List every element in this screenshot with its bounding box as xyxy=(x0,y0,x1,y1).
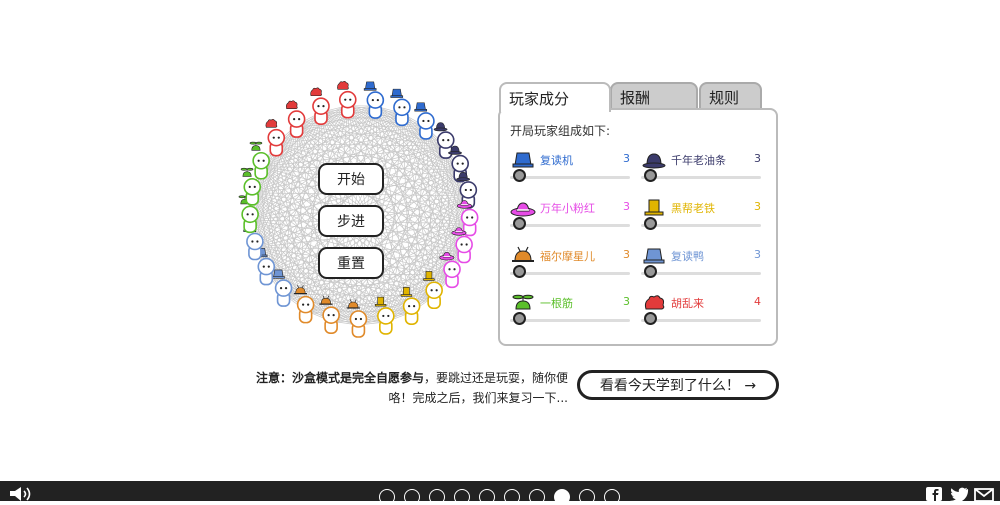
player-type-name: 复读机 xyxy=(540,152,573,168)
player-character[interactable] xyxy=(266,119,284,155)
bowler-hat-icon xyxy=(641,150,667,170)
light-blue-bucket-hat-icon xyxy=(641,246,667,266)
player-type-count: 3 xyxy=(754,152,761,165)
slider-track[interactable] xyxy=(641,272,761,275)
tab-payoff[interactable]: 报酬 xyxy=(610,82,698,110)
speaker-icon[interactable] xyxy=(8,486,34,501)
page-dot[interactable] xyxy=(604,489,620,505)
email-icon[interactable] xyxy=(974,488,994,501)
panel-intro: 开局玩家组成如下: xyxy=(510,122,610,139)
player-type-row: 福尔摩星儿 3 xyxy=(510,246,630,290)
player-type-name: 黑帮老铁 xyxy=(671,200,715,216)
page-dot[interactable] xyxy=(454,489,470,505)
player-composition-panel: 开局玩家组成如下: 复读机3千年老油条3万年小粉红3黑帮老铁3福尔摩星儿3复读鸭… xyxy=(498,108,778,346)
player-type-name: 福尔摩星儿 xyxy=(540,248,595,264)
player-type-count: 3 xyxy=(754,200,761,213)
sandbox-stage: 开始 步进 重置 玩家成分 报酬 规则 开局玩家组成如下: 复读机 3 千年老油条 3… xyxy=(0,0,1000,501)
tab-player-composition[interactable]: 玩家成分 xyxy=(499,82,611,112)
page-dot[interactable] xyxy=(579,489,595,505)
slider-knob[interactable] xyxy=(644,265,657,278)
player-type-row: 一根筋 3 xyxy=(510,293,630,337)
player-type-name: 胡乱来 xyxy=(671,295,704,311)
slider-knob[interactable] xyxy=(513,312,526,325)
pink-sunhat-icon xyxy=(510,198,536,218)
player-type-count: 3 xyxy=(754,248,761,261)
player-type-row: 胡乱来 4 xyxy=(641,293,761,337)
page-dot[interactable] xyxy=(379,489,395,505)
start-button[interactable]: 开始 xyxy=(318,163,384,195)
propeller-cap-icon xyxy=(510,293,536,313)
player-character[interactable] xyxy=(250,142,269,179)
bottom-bar xyxy=(0,481,1000,501)
player-type-count: 3 xyxy=(623,295,630,308)
note-bold: 注意：沙盒模式是完全自愿参与 xyxy=(256,371,424,385)
player-type-row: 万年小粉红 3 xyxy=(510,198,630,242)
blue-bucket-hat-icon xyxy=(510,150,536,170)
step-button[interactable]: 步进 xyxy=(318,205,384,237)
player-type-row: 黑帮老铁 3 xyxy=(641,198,761,242)
player-type-row: 千年老油条 3 xyxy=(641,150,761,194)
slider-track[interactable] xyxy=(641,319,761,322)
player-type-count: 4 xyxy=(754,295,761,308)
facebook-icon[interactable] xyxy=(926,487,942,501)
sandbox-note: 注意：沙盒模式是完全自愿参与，要跳过还是玩耍，随你便咯！完成之后，我们来复习一下… xyxy=(250,368,568,408)
slider-track[interactable] xyxy=(510,272,630,275)
player-type-name: 千年老油条 xyxy=(671,152,726,168)
player-character[interactable] xyxy=(375,297,394,334)
page-dot[interactable] xyxy=(479,489,495,505)
page-dot[interactable] xyxy=(529,489,545,505)
player-character[interactable] xyxy=(272,270,291,306)
page-dot[interactable] xyxy=(429,489,445,505)
slider-track[interactable] xyxy=(641,224,761,227)
slider-track[interactable] xyxy=(510,176,630,179)
slider-knob[interactable] xyxy=(644,169,657,182)
player-type-row: 复读鸭 3 xyxy=(641,246,761,290)
twitter-icon[interactable] xyxy=(949,487,969,501)
slider-knob[interactable] xyxy=(513,169,526,182)
slider-track[interactable] xyxy=(641,176,761,179)
slider-knob[interactable] xyxy=(513,265,526,278)
red-hair-icon xyxy=(641,293,667,313)
yellow-top-hat-icon xyxy=(641,198,667,218)
player-type-count: 3 xyxy=(623,152,630,165)
player-type-name: 一根筋 xyxy=(540,295,573,311)
reset-button[interactable]: 重置 xyxy=(318,247,384,279)
slider-knob[interactable] xyxy=(513,217,526,230)
slider-knob[interactable] xyxy=(644,217,657,230)
player-type-count: 3 xyxy=(623,248,630,261)
player-type-row: 复读机 3 xyxy=(510,150,630,194)
page-dot[interactable] xyxy=(504,489,520,505)
deerstalker-hat-icon xyxy=(510,246,536,266)
slider-knob[interactable] xyxy=(644,312,657,325)
slider-track[interactable] xyxy=(510,319,630,322)
player-character[interactable] xyxy=(415,103,434,139)
page-dot[interactable] xyxy=(554,489,570,505)
page-dot[interactable] xyxy=(404,489,420,505)
player-type-name: 万年小粉红 xyxy=(540,200,595,216)
player-type-count: 3 xyxy=(623,200,630,213)
slider-track[interactable] xyxy=(510,224,630,227)
tab-rules[interactable]: 规则 xyxy=(699,82,762,110)
player-type-name: 复读鸭 xyxy=(671,248,704,264)
next-chapter-button[interactable]: 看看今天学到了什么！ → xyxy=(577,370,779,400)
